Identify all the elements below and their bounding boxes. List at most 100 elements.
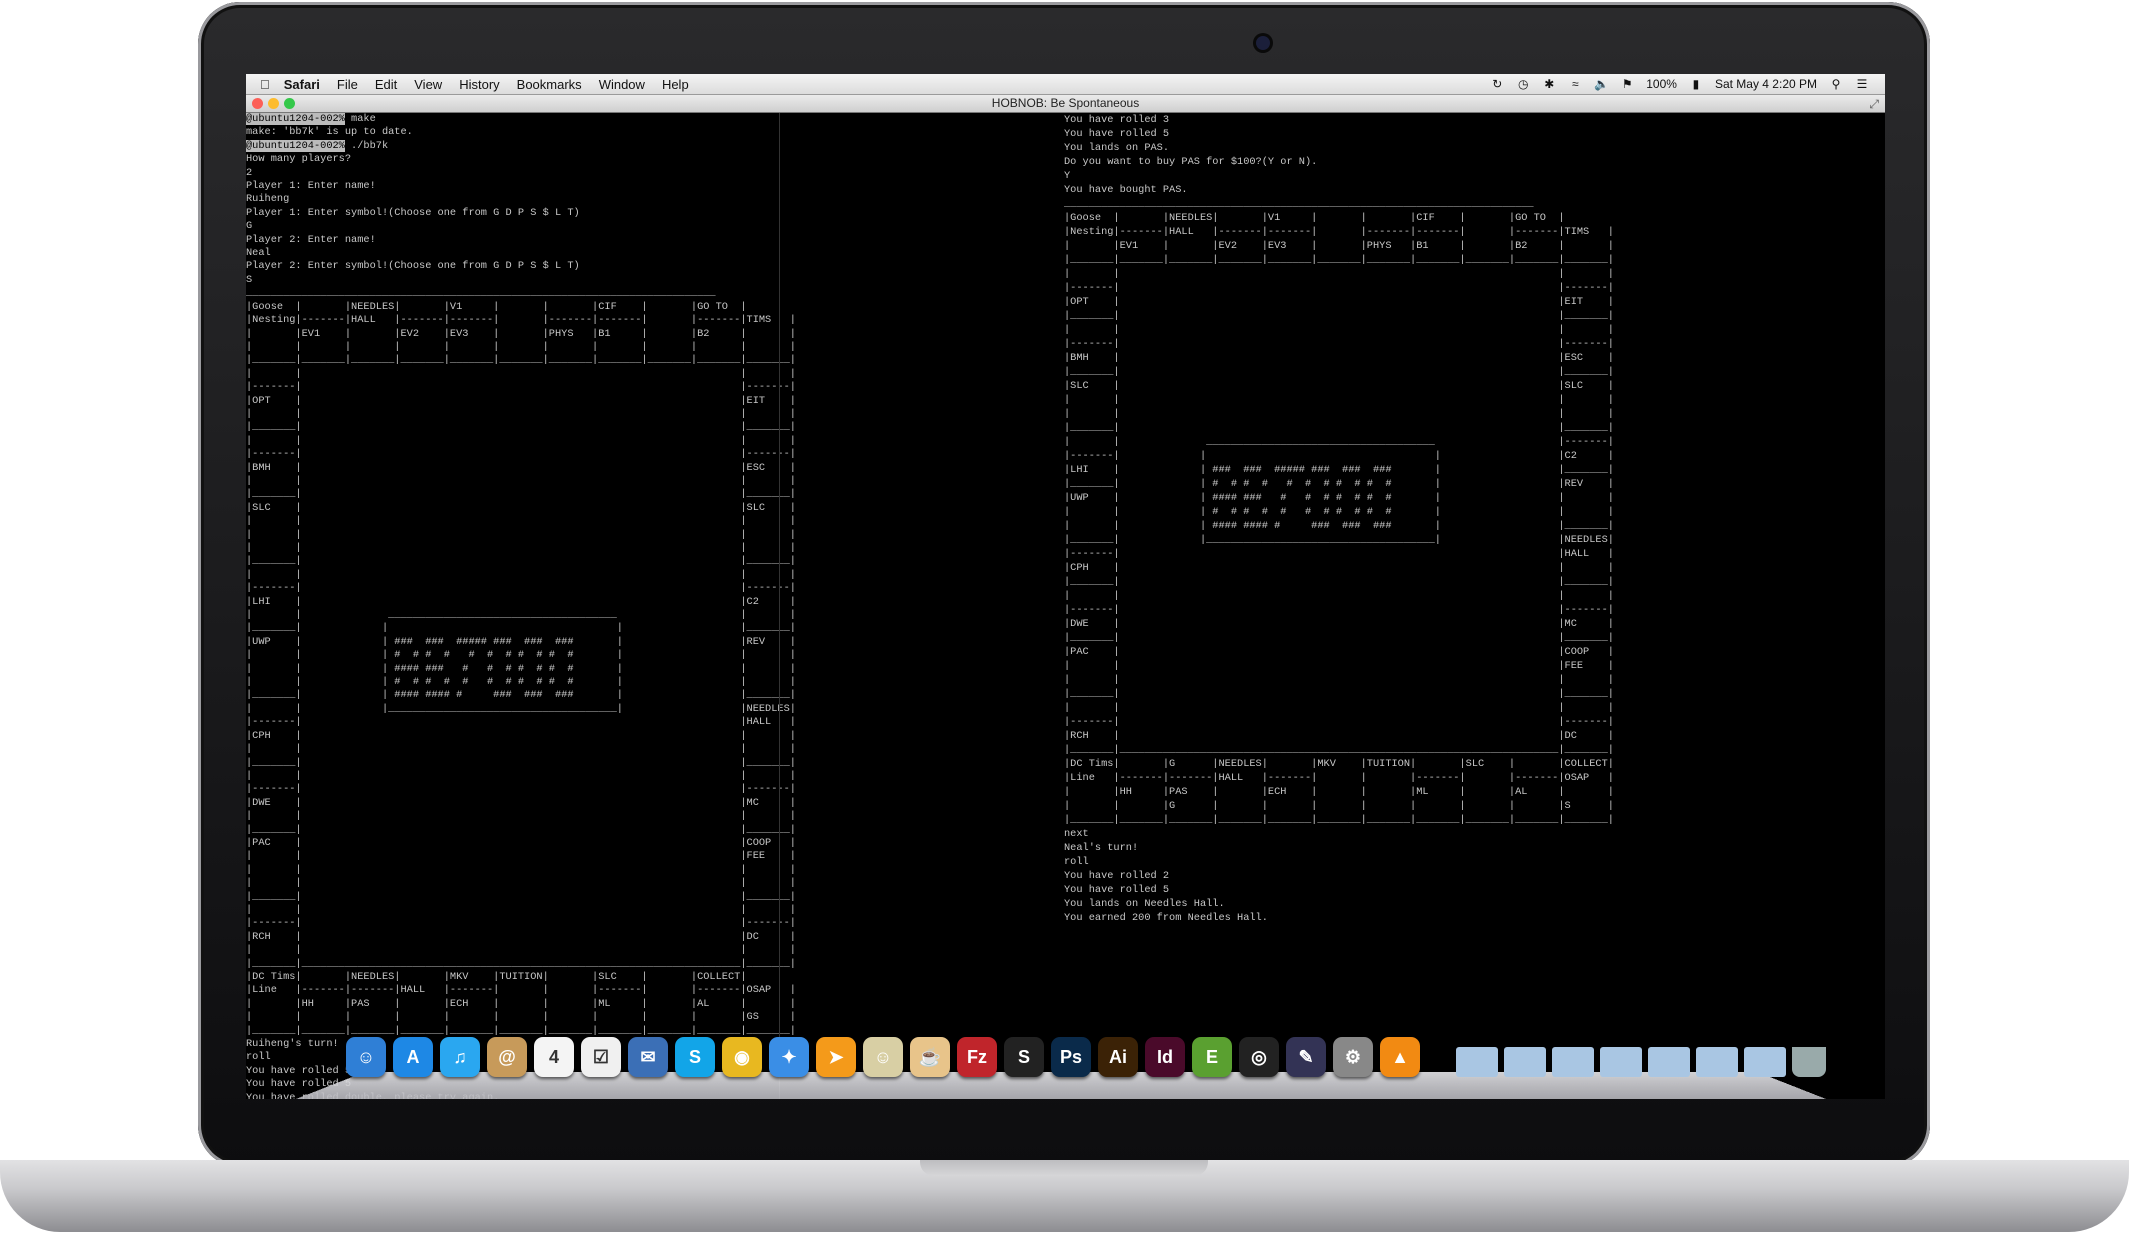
volume-icon[interactable]: 🔈 bbox=[1594, 77, 1609, 91]
menu-help[interactable]: Help bbox=[662, 77, 689, 92]
window-title: HOBNOB: Be Spontaneous bbox=[991, 96, 1140, 110]
terminal-line: Player 2: Enter symbol!(Choose one from … bbox=[246, 260, 580, 273]
menu-file[interactable]: File bbox=[337, 77, 358, 92]
status-area: ↻ ◷ ✱ ≈ 🔈 ⚑ 100% ▮ Sat May 4 2:20 PM ⚲ ☰ bbox=[1490, 74, 1869, 94]
laptop-notch bbox=[920, 1160, 1208, 1176]
vlc-icon[interactable]: ▲ bbox=[1380, 1037, 1420, 1077]
folder-icon[interactable] bbox=[1744, 1047, 1786, 1077]
battery-percent[interactable]: 100% bbox=[1646, 77, 1677, 91]
notification-center-icon[interactable]: ☰ bbox=[1855, 77, 1869, 91]
terminal-line: Do you want to buy PAS for $100?(Y or N)… bbox=[1064, 156, 1318, 168]
sparrow-icon[interactable]: ➤ bbox=[816, 1037, 856, 1077]
dock-apps: ☺ A ♫ @4 ☑ ✉ S ◉ ✦ ➤ ☺ ☕ Fz S Ps Ai Id E ◎ ✎ ⚙ ▲ bbox=[346, 1037, 1420, 1077]
time-machine-icon[interactable]: ◷ bbox=[1516, 77, 1530, 91]
trash-icon[interactable] bbox=[1792, 1047, 1826, 1077]
shell-prompt: @ubuntu1204-002% bbox=[246, 113, 345, 125]
menu-edit[interactable]: Edit bbox=[375, 77, 397, 92]
terminal-right-log-before: You have rolled 3 You have rolled 5 You … bbox=[1064, 114, 1317, 196]
sequel-icon[interactable]: S bbox=[1004, 1037, 1044, 1077]
terminal-line: next bbox=[1064, 828, 1089, 840]
filezilla-icon[interactable]: Fz bbox=[957, 1037, 997, 1077]
folder-icon[interactable] bbox=[1600, 1047, 1642, 1077]
safari-icon[interactable]: ✦ bbox=[769, 1037, 809, 1077]
terminal-line: Player 1: Enter name! bbox=[246, 180, 376, 193]
preview-icon[interactable]: ☺ bbox=[863, 1037, 903, 1077]
thunderbird-icon[interactable]: ✉ bbox=[628, 1037, 668, 1077]
terminal-line: Y bbox=[1064, 170, 1071, 182]
spotlight-icon[interactable]: ⚲ bbox=[1829, 77, 1843, 91]
terminal-right[interactable]: You have rolled 3 You have rolled 5 You … bbox=[1064, 113, 1864, 1099]
system-preferences-icon[interactable]: ⚙ bbox=[1333, 1037, 1373, 1077]
app-store-icon[interactable]: A bbox=[393, 1037, 433, 1077]
terminal-line: @ubuntu1204-002% make bbox=[246, 113, 376, 125]
terminal-line: How many players? bbox=[246, 153, 352, 166]
clock[interactable]: Sat May 4 2:20 PM bbox=[1715, 77, 1817, 91]
terminal-line: Neal bbox=[246, 247, 271, 260]
terminal-line: You have rolled 3 bbox=[1064, 114, 1170, 126]
terminal-line: You have rolled 2 bbox=[1064, 870, 1170, 882]
wifi-icon[interactable]: ≈ bbox=[1568, 77, 1582, 91]
skype-icon[interactable]: S bbox=[675, 1037, 715, 1077]
apple-menu-icon[interactable]:  bbox=[260, 77, 270, 92]
indesign-icon[interactable]: Id bbox=[1145, 1037, 1185, 1077]
terminal-line: S bbox=[246, 273, 253, 286]
finder-icon[interactable]: ☺ bbox=[346, 1037, 386, 1077]
terminal-line: Player 2: Enter name! bbox=[246, 233, 376, 246]
shell-prompt: @ubuntu1204-002% bbox=[246, 139, 345, 152]
photoshop-icon[interactable]: Ps bbox=[1051, 1037, 1091, 1077]
folder-icon[interactable] bbox=[1552, 1047, 1594, 1077]
flag-icon[interactable]: ⚑ bbox=[1620, 77, 1634, 91]
calendar-icon[interactable]: 4 bbox=[534, 1037, 574, 1077]
menu-safari[interactable]: Safari bbox=[284, 77, 320, 92]
menu-view[interactable]: View bbox=[414, 77, 442, 92]
pane-divider bbox=[779, 113, 780, 1099]
terminal-right-log-after: next Neal's turn! roll You have rolled 2… bbox=[1064, 828, 1268, 924]
terminal-line: roll bbox=[246, 1051, 271, 1064]
terminal-left[interactable]: @ubuntu1204-002% make make: 'bb7k' is up… bbox=[246, 113, 794, 1099]
menu-window[interactable]: Window bbox=[599, 77, 645, 92]
camera-icon bbox=[1256, 36, 1270, 50]
terminal-line: roll bbox=[1064, 856, 1089, 868]
chrome-icon[interactable]: ◉ bbox=[722, 1037, 762, 1077]
coffee-icon[interactable]: ☕ bbox=[910, 1037, 950, 1077]
terminal-right-board: ________________________________________… bbox=[1064, 198, 1614, 826]
window-titlebar: HOBNOB: Be Spontaneous ⤢ bbox=[246, 95, 1885, 113]
contacts-icon[interactable]: @ bbox=[487, 1037, 527, 1077]
bluetooth-icon[interactable]: ✱ bbox=[1542, 77, 1556, 91]
terminal-left-board: ________________________________________… bbox=[246, 287, 794, 1037]
folder-icon[interactable] bbox=[1648, 1047, 1690, 1077]
xcode-icon[interactable]: ✎ bbox=[1286, 1037, 1326, 1077]
dock-folders bbox=[1456, 1047, 1826, 1077]
itunes-icon[interactable]: ♫ bbox=[440, 1037, 480, 1077]
terminal-line: You have rolled 5 bbox=[1064, 128, 1170, 140]
applications-folder-icon[interactable] bbox=[1456, 1047, 1498, 1077]
terminal-line: You lands on Needles Hall. bbox=[1064, 898, 1225, 910]
fullscreen-icon[interactable]: ⤢ bbox=[1869, 96, 1879, 113]
terminal-left-log-before: @ubuntu1204-002% make make: 'bb7k' is up… bbox=[246, 113, 580, 286]
screen:  Safari File Edit View History Bookmark… bbox=[246, 74, 1885, 1099]
traffic-lights bbox=[252, 98, 295, 109]
terminal-line: Ruiheng bbox=[246, 193, 290, 206]
minimize-icon[interactable] bbox=[268, 98, 279, 109]
sync-icon[interactable]: ↻ bbox=[1490, 77, 1504, 91]
menu-history[interactable]: History bbox=[459, 77, 499, 92]
terminal-line: Player 1: Enter symbol!(Choose one from … bbox=[246, 206, 580, 219]
terminal-line: @ubuntu1204-002% ./bb7k bbox=[246, 139, 389, 152]
dock: ☺ A ♫ @4 ☑ ✉ S ◉ ✦ ➤ ☺ ☕ Fz S Ps Ai Id E ◎ ✎ ⚙ ▲ bbox=[296, 1029, 1826, 1099]
close-icon[interactable] bbox=[252, 98, 263, 109]
terminal-line: G bbox=[246, 220, 253, 233]
terminal-line: You lands on PAS. bbox=[1064, 142, 1170, 154]
battery-icon[interactable]: ▮ bbox=[1689, 77, 1703, 91]
menu-bookmarks[interactable]: Bookmarks bbox=[517, 77, 582, 92]
downloads-folder-icon[interactable] bbox=[1504, 1047, 1546, 1077]
zoom-icon[interactable] bbox=[284, 98, 295, 109]
reminders-icon[interactable]: ☑ bbox=[581, 1037, 621, 1077]
terminal-line: You earned 200 from Needles Hall. bbox=[1064, 912, 1268, 924]
evernote-icon[interactable]: E bbox=[1192, 1037, 1232, 1077]
illustrator-icon[interactable]: Ai bbox=[1098, 1037, 1138, 1077]
terminal-line: 2 bbox=[246, 166, 253, 179]
menu-bar:  Safari File Edit View History Bookmark… bbox=[246, 74, 1885, 95]
camera-icon[interactable]: ◎ bbox=[1239, 1037, 1279, 1077]
folder-icon[interactable] bbox=[1696, 1047, 1738, 1077]
terminal-line: You have bought PAS. bbox=[1064, 184, 1188, 196]
